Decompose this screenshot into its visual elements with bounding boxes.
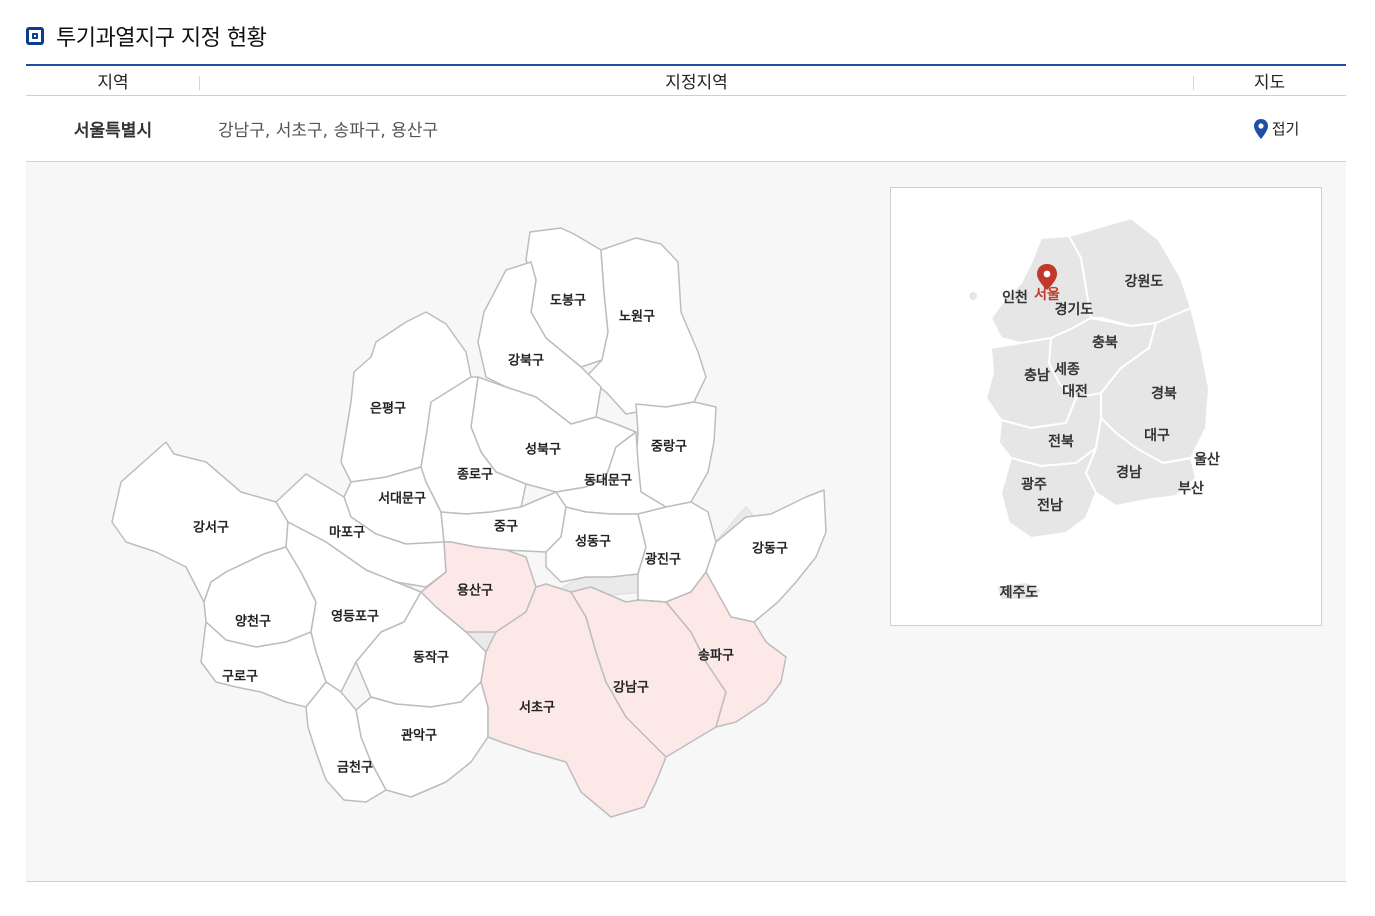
header-region: 지역 bbox=[26, 68, 200, 93]
map-panel: 도봉구노원구강북구은평구성북구 중랑구종로구 동대문구서대문구강서구 마포구 중구성동구… bbox=[26, 162, 1346, 882]
district-label-dobong: 도봉구 bbox=[550, 294, 586, 309]
district-label-nowon: 노원구 bbox=[619, 310, 655, 325]
districts-cell: 강남구, 서초구, 송파구, 용산구 bbox=[218, 121, 439, 141]
province-label-jeonbuk: 전북 bbox=[1048, 433, 1074, 450]
page-title: 투기과열지구 지정 현황 bbox=[56, 26, 267, 51]
province-label-gyeongnam: 경남 bbox=[1116, 464, 1142, 481]
district-label-seodaemun: 서대문구 bbox=[378, 492, 426, 507]
district-label-yangcheon: 양천구 bbox=[235, 615, 271, 630]
district-label-seongbuk: 성북구 bbox=[525, 443, 561, 458]
province-label-chungbuk: 충북 bbox=[1092, 335, 1118, 351]
district-label-yeongdeungpo: 영등포구 bbox=[331, 610, 379, 625]
district-label-mapo: 마포구 bbox=[329, 525, 365, 541]
province-label-gyeongbuk: 경북 bbox=[1151, 385, 1177, 402]
province-label-gwangju: 광주 bbox=[1021, 476, 1047, 493]
district-label-gangnam: 강남구 bbox=[613, 680, 649, 696]
province-label-daegu: 대구 bbox=[1144, 428, 1170, 444]
korea-inset-map: 인천 강원도 경기도 충북 충남 세종 대전 경북 전북 대구 울산 광주 경남 부산 전남 제주도 서울 bbox=[890, 187, 1322, 626]
table-row: 서울특별시 강남구, 서초구, 송파구, 용산구 접기 bbox=[26, 96, 1346, 162]
district-label-gangseo: 강서구 bbox=[193, 520, 229, 536]
map-pin-icon bbox=[1253, 118, 1268, 139]
district-label-gangdong: 강동구 bbox=[752, 541, 788, 557]
header-designated: 지정지역 bbox=[665, 73, 728, 93]
district-label-gwangjin: 광진구 bbox=[645, 552, 681, 568]
province-label-busan: 부산 bbox=[1178, 480, 1204, 497]
square-bullet-icon bbox=[26, 27, 44, 45]
table-header: 지역 지정지역 지도 bbox=[26, 64, 1346, 96]
map-toggle-label: 접기 bbox=[1271, 120, 1300, 138]
header-map: 지도 bbox=[1193, 68, 1346, 93]
district-label-guro: 구로구 bbox=[222, 670, 258, 685]
district-label-jung: 중구 bbox=[494, 520, 518, 535]
designation-table: 지역 지정지역 지도 서울특별시 강남구, 서초구, 송파구, 용산구 접기 bbox=[26, 64, 1346, 162]
province-label-gangwon: 강원도 bbox=[1125, 273, 1164, 290]
district-label-dongdaemun: 동대문구 bbox=[584, 474, 632, 489]
province-label-incheon: 인천 bbox=[1002, 289, 1028, 306]
district-label-jongno: 종로구 bbox=[457, 468, 493, 483]
seoul-district-map: 도봉구노원구강북구은평구성북구 중랑구종로구 동대문구서대문구강서구 마포구 중구성동구… bbox=[111, 227, 827, 818]
district-label-jungnang: 중랑구 bbox=[651, 440, 687, 455]
district-label-yongsan: 용산구 bbox=[457, 583, 493, 599]
korea-map: 인천강원도경기도충북충남 세종대전 경북전북 대구울산광주경남부산전남제주도서울 bbox=[969, 217, 1220, 601]
map-toggle-button[interactable]: 접기 bbox=[1193, 118, 1346, 139]
province-label-jeonnam: 전남 bbox=[1037, 497, 1063, 514]
district-label-songpa: 송파구 bbox=[698, 649, 734, 664]
province-label-gyeonggi: 경기도 bbox=[1055, 301, 1094, 318]
district-label-geumcheon: 금천구 bbox=[337, 761, 373, 776]
district-label-gwanak: 관악구 bbox=[401, 728, 437, 744]
district-label-eunpyeong: 은평구 bbox=[370, 401, 406, 417]
province-label-ulsan: 울산 bbox=[1194, 451, 1220, 468]
region-cell: 서울특별시 bbox=[73, 121, 153, 141]
section-header: 투기과열지구 지정 현황 bbox=[26, 20, 267, 52]
district-label-gangbuk: 강북구 bbox=[508, 353, 544, 369]
province-label-chungnam: 충남 bbox=[1024, 367, 1050, 384]
district-label-seocho: 서초구 bbox=[519, 701, 555, 716]
province-label-jeju: 제주도 bbox=[1000, 585, 1039, 601]
province-label-sejong: 세종 bbox=[1054, 362, 1080, 378]
province-label-daejeon: 대전 bbox=[1062, 383, 1088, 400]
district-label-dongjak: 동작구 bbox=[413, 650, 449, 666]
district-label-seongdong: 성동구 bbox=[575, 535, 611, 550]
district-jungnang[interactable] bbox=[635, 401, 717, 508]
